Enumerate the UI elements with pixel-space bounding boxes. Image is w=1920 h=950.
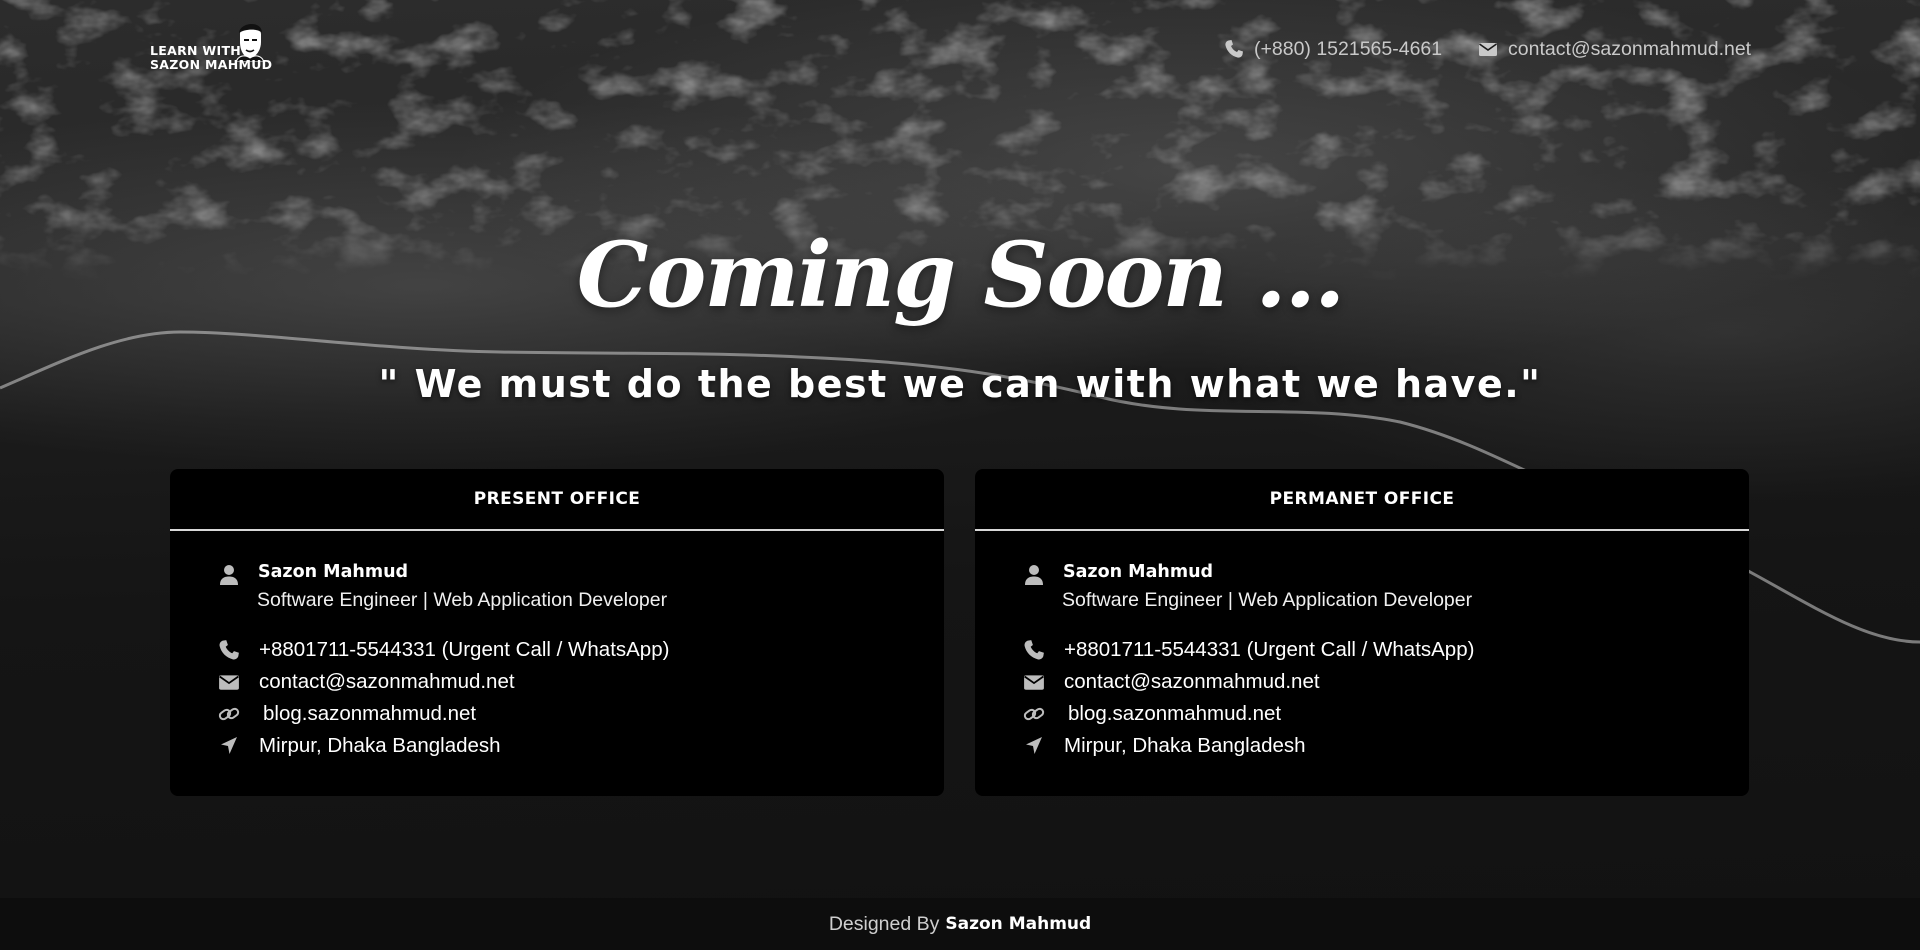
envelope-icon [219,675,239,690]
contact-person: Sazon Mahmud [1023,562,1213,586]
contact-phone[interactable]: +8801711-5544331 (Urgent Call / WhatsApp… [1023,638,1474,662]
contact-name: Sazon Mahmud [258,562,409,582]
contact-location: Mirpur, Dhaka Bangladesh [1023,734,1306,758]
link-icon [218,707,240,721]
contact-email[interactable]: contact@sazonmahmud.net [1023,670,1320,694]
contact-role: Software Engineer | Web Application Deve… [1062,589,1473,611]
page-title: Coming Soon ... [576,222,1346,328]
contact-blog[interactable]: blog.sazonmahmud.net [1023,702,1281,726]
site-header: LEARN WITH SAZON MAHMUD (+880) 1521565-4… [0,0,1920,96]
contact-blog[interactable]: blog.sazonmahmud.net [218,702,476,726]
header-email-text: contact@sazonmahmud.net [1508,37,1752,60]
user-icon [220,565,238,585]
contact-blog-text: blog.sazonmahmud.net [263,702,477,725]
envelope-icon [1024,675,1044,690]
site-logo[interactable]: LEARN WITH SAZON MAHMUD [148,18,272,80]
location-arrow-icon [221,737,237,754]
link-icon [1023,707,1045,721]
contact-phone-text: +8801711-5544331 (Urgent Call / WhatsApp… [259,638,670,661]
logo-line2: SAZON MAHMUD [150,57,273,72]
card-heading: PRESENT OFFICE [170,469,944,531]
contact-role: Software Engineer | Web Application Deve… [257,589,668,611]
logo-text: LEARN WITH SAZON MAHMUD [150,44,272,72]
logo-line1: LEARN WITH [150,43,242,58]
card-heading: PERMANET OFFICE [975,469,1749,531]
contact-email[interactable]: contact@sazonmahmud.net [218,670,515,694]
contact-name: Sazon Mahmud [1063,562,1214,582]
site-footer: Designed By Sazon Mahmud [0,898,1920,950]
user-icon [1025,565,1043,585]
permanent-office-card: PERMANET OFFICE Sazon Mahmud Software En… [975,469,1749,796]
phone-icon [1225,40,1243,58]
location-arrow-icon [1026,737,1042,754]
footer-author-link[interactable]: Sazon Mahmud [945,914,1091,934]
contact-phone-text: +8801711-5544331 (Urgent Call / WhatsApp… [1064,638,1475,661]
contact-location: Mirpur, Dhaka Bangladesh [218,734,501,758]
header-phone[interactable]: (+880) 1521565-4661 [1224,36,1442,62]
contact-location-text: Mirpur, Dhaka Bangladesh [1064,734,1306,757]
contact-phone[interactable]: +8801711-5544331 (Urgent Call / WhatsApp… [218,638,669,662]
contact-blog-text: blog.sazonmahmud.net [1068,702,1282,725]
contact-person: Sazon Mahmud [218,562,408,586]
header-email[interactable]: contact@sazonmahmud.net [1478,36,1751,62]
contact-email-text: contact@sazonmahmud.net [259,670,515,693]
envelope-icon [1479,43,1497,56]
contact-email-text: contact@sazonmahmud.net [1064,670,1320,693]
hero-quote: " We must do the best we can with what w… [378,362,1542,406]
footer-prefix: Designed By [828,912,940,935]
header-phone-text: (+880) 1521565-4661 [1254,37,1443,60]
phone-icon [219,640,239,660]
phone-icon [1024,640,1044,660]
present-office-card: PRESENT OFFICE Sazon Mahmud Software Eng… [170,469,944,796]
contact-location-text: Mirpur, Dhaka Bangladesh [259,734,501,757]
